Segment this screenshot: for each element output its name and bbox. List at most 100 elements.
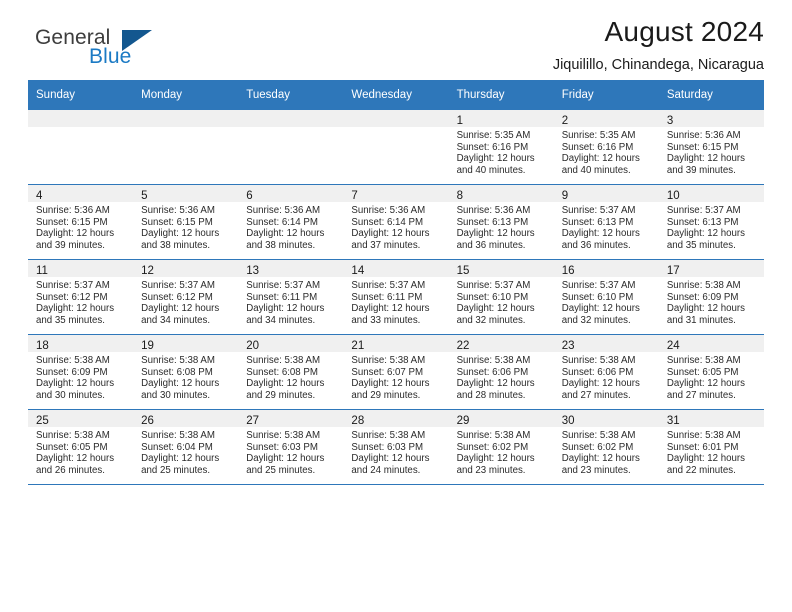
day-detail-line: Sunset: 6:15 PM [141,216,213,228]
page-subtitle: Jiquilillo, Chinandega, Nicaragua [552,57,764,73]
day-detail-line: Sunset: 6:14 PM [246,216,318,228]
calendar-day-cell[interactable]: 27 Sunrise: 5:38 AM Sunset: 6:03 PM Dayligh… [238,409,344,485]
calendar-day-cell[interactable]: 23 Sunrise: 5:38 AM Sunset: 6:06 PM Dayligh… [553,334,659,410]
day-detail-line: Sunrise: 5:36 AM [36,205,110,216]
day-number-band: 6 [238,185,344,202]
day-detail-line: Sunset: 6:16 PM [561,141,634,153]
logo[interactable]: General Blue [28,26,218,74]
calendar-day-cell[interactable]: 4 Sunrise: 5:36 AM Sunset: 6:15 PM Daylight… [28,184,134,260]
day-detail-line: Sunrise: 5:36 AM [351,205,426,216]
day-detail-line: Sunrise: 5:38 AM [666,280,741,291]
day-number: 29 [456,415,470,427]
calendar-day-cell[interactable]: 7 Sunrise: 5:36 AM Sunset: 6:14 PM Daylight… [343,184,449,260]
calendar-day-cell[interactable]: 3 Sunrise: 5:36 AM Sunset: 6:15 PM Daylight… [658,109,764,185]
calendar-day-cell[interactable]: 24 Sunrise: 5:38 AM Sunset: 6:05 PM Dayligh… [658,334,764,410]
day-detail-line: Sunrise: 5:38 AM [561,355,636,366]
day-cell-inner: 7 Sunrise: 5:36 AM Sunset: 6:14 PM Daylight… [343,185,449,259]
day-detail-line: and 23 minutes. [561,464,631,476]
day-detail-line: Sunset: 6:14 PM [351,216,424,228]
calendar-day-cell[interactable]: 30 Sunrise: 5:38 AM Sunset: 6:02 PM Dayligh… [553,409,659,485]
day-detail-line: Sunrise: 5:38 AM [666,430,741,441]
day-cell-details [238,127,343,130]
day-cell-inner: 22 Sunrise: 5:38 AM Sunset: 6:06 PM Dayligh… [448,335,554,409]
calendar-day-cell[interactable]: 12 Sunrise: 5:37 AM Sunset: 6:12 PM Dayligh… [133,259,239,335]
day-cell-inner: 24 Sunrise: 5:38 AM Sunset: 6:05 PM Dayligh… [658,335,764,409]
day-cell-inner: 4 Sunrise: 5:36 AM Sunset: 6:15 PM Daylight… [28,185,134,259]
calendar-day-cell[interactable]: 9 Sunrise: 5:37 AM Sunset: 6:13 PM Daylight… [553,184,659,260]
day-number: 5 [141,190,148,202]
calendar-day-cell[interactable]: 20 Sunrise: 5:38 AM Sunset: 6:08 PM Dayligh… [238,334,344,410]
calendar-header-row: Sunday Monday Tuesday Wednesday Thursday… [28,80,764,110]
day-cell-inner: 9 Sunrise: 5:37 AM Sunset: 6:13 PM Daylight… [553,185,659,259]
day-number-band: 3 [658,110,764,127]
calendar-day-cell[interactable]: 13 Sunrise: 5:37 AM Sunset: 6:11 PM Dayligh… [238,259,344,335]
calendar-day-cell[interactable]: 11 Sunrise: 5:37 AM Sunset: 6:12 PM Dayligh… [28,259,134,335]
day-cell-details: Sunrise: 5:38 AM Sunset: 6:08 PM Daylight:… [238,352,343,401]
calendar-day-cell[interactable]: 22 Sunrise: 5:38 AM Sunset: 6:06 PM Dayligh… [448,334,554,410]
day-detail-line: Sunset: 6:08 PM [141,366,213,378]
day-cell-details: Sunrise: 5:35 AM Sunset: 6:16 PM Daylight:… [554,127,659,176]
day-detail-line: Sunset: 6:07 PM [351,366,424,378]
calendar-day-cell[interactable]: 14 Sunrise: 5:37 AM Sunset: 6:11 PM Dayligh… [343,259,449,335]
day-cell-details [28,127,133,130]
calendar-day-cell[interactable]: 2 Sunrise: 5:35 AM Sunset: 6:16 PM Daylight… [553,109,659,185]
day-detail-line: and 23 minutes. [456,464,526,476]
day-detail-line: Sunrise: 5:38 AM [351,355,426,366]
day-detail-line: Sunrise: 5:35 AM [561,130,636,141]
day-detail-line: and 32 minutes. [456,314,526,326]
day-cell-details: Sunrise: 5:38 AM Sunset: 6:02 PM Daylight:… [554,427,659,476]
day-detail-line: and 29 minutes. [351,389,421,401]
day-number: 9 [561,190,569,202]
day-detail-line: and 22 minutes. [666,464,736,476]
calendar-day-cell[interactable]: 18 Sunrise: 5:38 AM Sunset: 6:09 PM Dayligh… [28,334,134,410]
calendar-day-cell[interactable]: 15 Sunrise: 5:37 AM Sunset: 6:10 PM Dayligh… [448,259,554,335]
day-detail-line: Daylight: 12 hours [666,228,745,240]
day-detail-line: Sunset: 6:10 PM [561,291,634,303]
day-number-band [238,110,344,127]
day-cell-details: Sunrise: 5:37 AM Sunset: 6:13 PM Daylight:… [659,202,764,251]
day-number: 21 [351,340,365,352]
logo-text-blue: Blue [89,45,132,68]
day-detail-line: Sunrise: 5:38 AM [246,355,321,366]
day-detail-line: and 35 minutes. [666,239,736,251]
day-cell-details: Sunrise: 5:38 AM Sunset: 6:06 PM Daylight:… [554,352,659,401]
day-detail-line: and 30 minutes. [141,389,211,401]
day-detail-line: Daylight: 12 hours [456,378,535,390]
calendar-day-cell[interactable]: 10 Sunrise: 5:37 AM Sunset: 6:13 PM Dayligh… [658,184,764,260]
calendar-day-cell[interactable]: 28 Sunrise: 5:38 AM Sunset: 6:03 PM Dayligh… [343,409,449,485]
day-detail-line: Daylight: 12 hours [351,378,430,390]
calendar-day-cell[interactable]: 19 Sunrise: 5:38 AM Sunset: 6:08 PM Dayligh… [133,334,239,410]
day-cell-inner [238,110,344,184]
day-cell-inner [343,110,449,184]
day-cell-details: Sunrise: 5:38 AM Sunset: 6:09 PM Daylight:… [28,352,133,401]
day-number-band: 10 [658,185,764,202]
day-detail-line: Sunrise: 5:38 AM [246,430,321,441]
day-number-band: 31 [658,410,764,427]
calendar-day-cell[interactable]: 8 Sunrise: 5:36 AM Sunset: 6:13 PM Daylight… [448,184,554,260]
calendar-day-cell[interactable]: 21 Sunrise: 5:38 AM Sunset: 6:07 PM Dayligh… [343,334,449,410]
calendar-day-cell[interactable]: 5 Sunrise: 5:36 AM Sunset: 6:15 PM Daylight… [133,184,239,260]
day-number-band: 12 [133,260,239,277]
day-detail-line: and 34 minutes. [246,314,316,326]
calendar-day-cell[interactable]: 29 Sunrise: 5:38 AM Sunset: 6:02 PM Dayligh… [448,409,554,485]
calendar-day-cell[interactable]: 1 Sunrise: 5:35 AM Sunset: 6:16 PM Daylight… [448,109,554,185]
day-number: 22 [456,340,470,352]
calendar-day-cell[interactable]: 17 Sunrise: 5:38 AM Sunset: 6:09 PM Dayligh… [658,259,764,335]
calendar-day-cell[interactable]: 26 Sunrise: 5:38 AM Sunset: 6:04 PM Dayligh… [133,409,239,485]
calendar-day-cell[interactable]: 25 Sunrise: 5:38 AM Sunset: 6:05 PM Dayligh… [28,409,134,485]
calendar-day-cell[interactable]: 31 Sunrise: 5:38 AM Sunset: 6:01 PM Dayligh… [658,409,764,485]
day-detail-line: Sunset: 6:11 PM [246,291,318,303]
day-detail-line: and 30 minutes. [36,389,105,401]
day-detail-line: and 33 minutes. [351,314,421,326]
day-detail-line: Daylight: 12 hours [246,228,325,240]
calendar-day-cell[interactable]: 6 Sunrise: 5:36 AM Sunset: 6:14 PM Daylight… [238,184,344,260]
day-number-band [343,110,449,127]
day-detail-line: Daylight: 12 hours [246,453,325,465]
day-number-band: 21 [343,335,449,352]
day-detail-line: Sunset: 6:02 PM [456,441,529,453]
day-cell-details: Sunrise: 5:36 AM Sunset: 6:15 PM Daylight:… [133,202,238,251]
day-cell-details: Sunrise: 5:38 AM Sunset: 6:05 PM Daylight:… [659,352,764,401]
day-number: 30 [561,415,575,427]
day-detail-line: Daylight: 12 hours [141,378,220,390]
calendar-day-cell[interactable]: 16 Sunrise: 5:37 AM Sunset: 6:10 PM Dayligh… [553,259,659,335]
